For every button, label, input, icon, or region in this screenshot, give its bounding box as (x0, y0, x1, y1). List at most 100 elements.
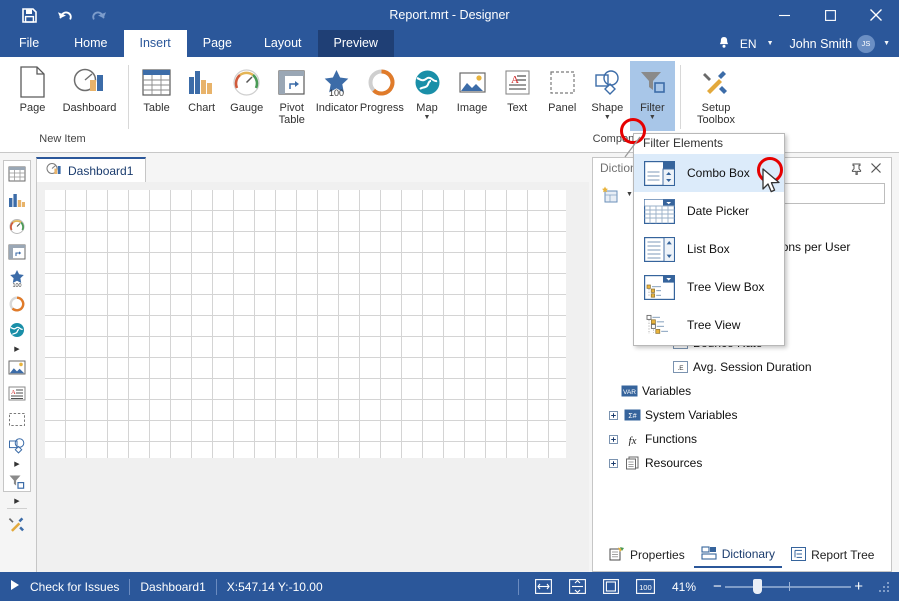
tree-expander-plus-icon[interactable] (608, 434, 619, 445)
zoom-level-label: 41% (669, 580, 699, 594)
toolbox-item-filter[interactable] (4, 469, 30, 495)
tree-view-icon (643, 311, 676, 340)
dictionary-panel-tabs: Properties Dictionary Report Tree (594, 540, 890, 570)
ribbon-button-indicator[interactable]: 100 Indicator (314, 61, 359, 131)
toolbox-shape-chevron-down-icon[interactable]: ▶ (4, 458, 30, 469)
panel-tab-dictionary[interactable]: Dictionary (694, 542, 782, 568)
tree-expander-plus-icon[interactable] (608, 458, 619, 469)
variables-icon: VAR (621, 385, 638, 397)
check-for-issues-label[interactable]: Check for Issues (30, 580, 119, 594)
report-page[interactable] (45, 190, 566, 458)
tab-file[interactable]: File (0, 30, 58, 57)
svg-text:fx: fx (629, 435, 637, 446)
left-toolbox: 100 ▶ A ▶ ▶ (3, 160, 31, 492)
tab-layout[interactable]: Layout (248, 30, 318, 57)
toolbox-item-image[interactable] (4, 354, 30, 380)
ribbon-button-dashboard[interactable]: Dashboard (60, 61, 120, 131)
maximize-button[interactable] (807, 0, 853, 30)
shape-chevron-down-icon[interactable]: ▼ (604, 114, 611, 122)
ribbon-button-table[interactable]: Table (134, 61, 179, 131)
minimize-button[interactable] (761, 0, 807, 30)
ribbon-button-chart[interactable]: Chart (179, 61, 224, 131)
ribbon-button-page[interactable]: Page (6, 61, 60, 131)
toolbox-filter-chevron-down-icon[interactable]: ▶ (4, 495, 30, 506)
ribbon-button-panel[interactable]: Panel (540, 61, 585, 131)
fit-height-icon[interactable] (567, 578, 587, 596)
svg-text:100: 100 (639, 583, 652, 592)
toolbox-separator (7, 508, 27, 509)
ribbon-button-gauge[interactable]: Gauge (224, 61, 269, 131)
menu-item-date-picker[interactable]: Date Picker (634, 192, 784, 230)
panel-tab-label: Report Tree (811, 548, 874, 562)
tree-item[interactable]: .E Avg. Session Duration (594, 355, 890, 379)
tree-expander-plus-icon[interactable] (608, 410, 619, 421)
toolbox-item-progress[interactable] (4, 291, 30, 317)
ribbon-button-setup-toolbox[interactable]: Setup Toolbox (686, 61, 746, 131)
tree-item[interactable]: Σ# System Variables (594, 403, 890, 427)
tab-page[interactable]: Page (187, 30, 248, 57)
tab-insert[interactable]: Insert (124, 30, 187, 57)
ribbon-button-pivot-table[interactable]: Pivot Table (269, 61, 314, 131)
language-selector[interactable]: EN (738, 37, 759, 51)
toolbox-item-pivot-table[interactable] (4, 239, 30, 265)
date-picker-icon (643, 197, 676, 226)
menu-item-label: List Box (687, 242, 730, 256)
panel-tab-properties[interactable]: Properties (602, 542, 692, 568)
menu-item-label: Tree View Box (687, 280, 764, 294)
zoom-out-button[interactable]: − (713, 582, 722, 592)
ribbon-button-progress[interactable]: Progress (359, 61, 404, 131)
ribbon-group-components: Table Chart Gauge (132, 57, 677, 153)
ribbon-button-text-label: Text (507, 102, 527, 114)
panel-tab-report-tree[interactable]: Report Tree (784, 542, 881, 568)
one-page-icon[interactable] (601, 578, 621, 596)
design-canvas[interactable] (36, 182, 589, 572)
toolbox-map-chevron-down-icon[interactable]: ▶ (4, 343, 30, 354)
document-tab-dashboard1[interactable]: Dashboard1 (36, 157, 146, 183)
tab-home[interactable]: Home (58, 30, 123, 57)
ribbon-button-map[interactable]: Map ▼ (404, 61, 449, 131)
menu-item-tree-view-box[interactable]: Tree View Box (634, 268, 784, 306)
toolbox-item-shape[interactable] (4, 432, 30, 458)
zoom-in-button[interactable]: + (854, 582, 863, 592)
tab-preview[interactable]: Preview (318, 30, 394, 57)
progress-icon (366, 65, 397, 99)
tree-expander[interactable] (608, 386, 619, 397)
menu-item-list-box[interactable]: List Box (634, 230, 784, 268)
language-chevron-down-icon[interactable]: ▼ (764, 40, 777, 47)
tree-view-box-icon (643, 273, 676, 302)
filter-chevron-down-icon[interactable]: ▼ (649, 114, 656, 122)
toolbox-item-text[interactable]: A (4, 380, 30, 406)
zoom-slider[interactable]: − + (713, 578, 863, 596)
tree-item[interactable]: fx Functions (594, 427, 890, 451)
notification-bell-icon[interactable] (715, 36, 733, 52)
toolbox-item-chart[interactable] (4, 187, 30, 213)
ribbon-button-filter-label: Filter (640, 102, 664, 114)
run-icon[interactable] (10, 579, 20, 594)
fit-width-icon[interactable] (533, 578, 553, 596)
ribbon-button-shape[interactable]: Shape ▼ (585, 61, 630, 131)
tree-item[interactable]: VAR Variables (594, 379, 890, 403)
toolbox-item-table[interactable] (4, 161, 30, 187)
pin-icon[interactable] (849, 162, 863, 176)
table-icon (141, 65, 172, 99)
toolbox-item-panel[interactable] (4, 406, 30, 432)
ribbon-button-text[interactable]: A Text (495, 61, 540, 131)
image-icon (457, 65, 488, 99)
toolbox-item-indicator[interactable]: 100 (4, 265, 30, 291)
menu-item-label: Combo Box (687, 166, 750, 180)
toolbox-item-gauge[interactable] (4, 213, 30, 239)
panel-tab-label: Properties (630, 548, 685, 562)
toolbox-item-setup-toolbox[interactable] (4, 511, 30, 537)
menu-item-tree-view[interactable]: Tree View (634, 306, 784, 344)
close-icon[interactable] (869, 161, 883, 175)
toolbox-item-map[interactable] (4, 317, 30, 343)
ribbon-button-image[interactable]: Image (450, 61, 495, 131)
avatar[interactable]: JS (857, 35, 875, 53)
zoom-slider-handle[interactable] (753, 579, 762, 594)
actual-size-icon[interactable]: 100 (635, 578, 655, 596)
resize-grip[interactable] (877, 580, 891, 594)
account-chevron-down-icon[interactable]: ▼ (880, 40, 893, 47)
tree-item[interactable]: Resources (594, 451, 890, 475)
close-button[interactable] (853, 0, 899, 30)
map-chevron-down-icon[interactable]: ▼ (424, 114, 431, 122)
